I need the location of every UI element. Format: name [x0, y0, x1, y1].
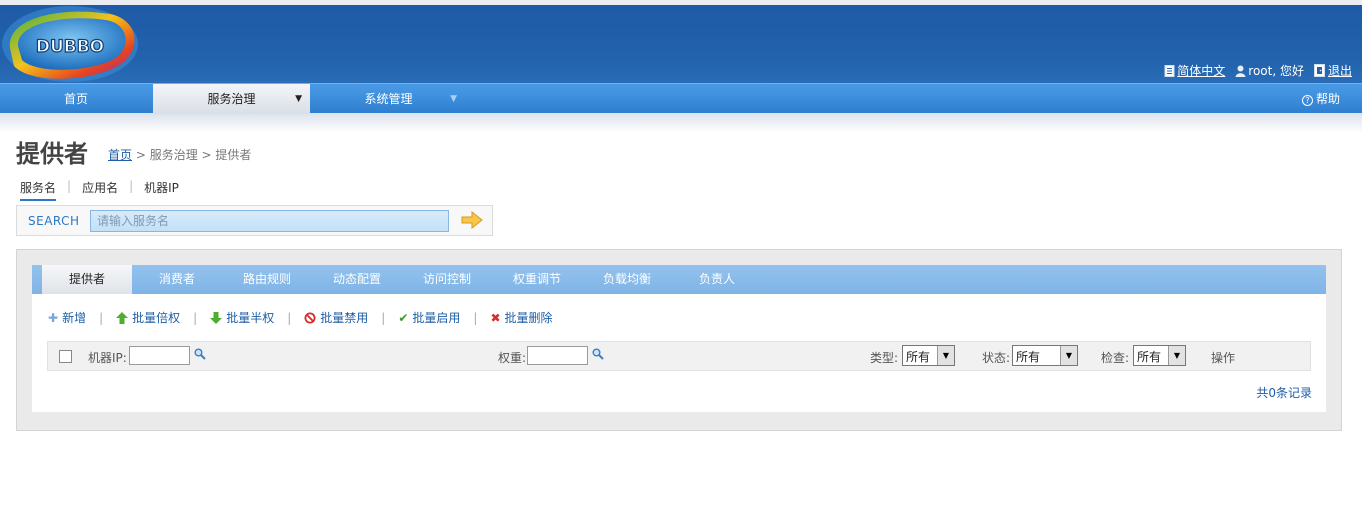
- nav-item-label: 服务治理: [207, 92, 256, 106]
- language-label[interactable]: 简体中文: [1177, 64, 1225, 78]
- arrow-down-icon: [210, 311, 223, 324]
- logout-icon: [1313, 64, 1325, 77]
- select-all-checkbox[interactable]: [59, 350, 72, 363]
- plus-icon: ✚: [48, 310, 59, 325]
- batch-double-button[interactable]: 批量倍权: [116, 309, 180, 326]
- tab-weights[interactable]: 权重调节: [492, 265, 582, 294]
- logout-label[interactable]: 退出: [1328, 64, 1352, 78]
- weight-filter-label: 权重:: [498, 351, 527, 365]
- svg-text:DUBBO: DUBBO: [36, 37, 104, 57]
- main-nav: 首页 服务治理 ▼ 系统管理 ▼ ? 帮助: [0, 83, 1362, 114]
- weight-filter-input[interactable]: [527, 346, 588, 365]
- ip-filter-input[interactable]: [129, 346, 190, 365]
- search-icon[interactable]: [194, 348, 206, 360]
- type-filter-label: 类型:: [870, 351, 899, 365]
- search-tab-service[interactable]: 服务名: [20, 179, 57, 201]
- forbidden-icon: [304, 312, 316, 323]
- toolbar-separator: |: [381, 310, 386, 325]
- toolbar-separator: |: [193, 310, 198, 325]
- check-icon: ✔: [398, 310, 409, 325]
- module-tabbar: 提供者 消费者 路由规则 动态配置 访问控制 权重调节 负载均衡 负责人: [32, 265, 1326, 294]
- status-filter-label: 状态:: [982, 351, 1011, 365]
- breadcrumb: 首页 > 服务治理 > 提供者: [108, 146, 251, 163]
- batch-disable-button[interactable]: 批量禁用: [304, 309, 368, 326]
- batch-enable-button[interactable]: ✔ 批量启用: [398, 309, 460, 326]
- batch-double-label: 批量倍权: [132, 311, 181, 325]
- tab-separator: |: [129, 179, 134, 193]
- delete-icon: ✖: [490, 310, 501, 325]
- content-panel: 提供者 消费者 路由规则 动态配置 访问控制 权重调节 负载均衡 负责人 ✚ 新增…: [16, 249, 1342, 431]
- language-link[interactable]: 简体中文: [1164, 62, 1225, 79]
- batch-half-label: 批量半权: [226, 311, 275, 325]
- batch-delete-label: 批量删除: [504, 311, 553, 325]
- search-tab-ip[interactable]: 机器IP: [144, 179, 179, 201]
- tab-loadbalance[interactable]: 负载均衡: [582, 265, 672, 294]
- chevron-down-icon: ▼: [1168, 346, 1185, 365]
- tab-routes[interactable]: 路由规则: [222, 265, 312, 294]
- chevron-down-icon: ▼: [937, 346, 954, 365]
- tab-consumers[interactable]: 消费者: [132, 265, 222, 294]
- action-toolbar: ✚ 新增 | 批量倍权 | 批量半权 | 批量禁用 | ✔ 批量启用 | ✖ 批量删除: [48, 309, 553, 326]
- tab-providers[interactable]: 提供者: [42, 265, 132, 294]
- type-select-value: 所有: [906, 350, 931, 364]
- user-links: 简体中文 root, 您好 退出: [1164, 62, 1352, 79]
- user-icon: [1235, 65, 1246, 77]
- chevron-down-icon: ▼: [1060, 346, 1077, 365]
- check-select[interactable]: 所有 ▼: [1133, 345, 1186, 366]
- ip-filter-label: 机器IP:: [88, 351, 127, 365]
- tab-owners[interactable]: 负责人: [672, 265, 762, 294]
- batch-half-button[interactable]: 批量半权: [210, 309, 274, 326]
- search-label: SEARCH: [28, 214, 80, 228]
- help-icon: ?: [1301, 95, 1313, 106]
- status-select-value: 所有: [1016, 350, 1041, 364]
- toolbar-separator: |: [287, 310, 292, 325]
- nav-item-service-governance[interactable]: 服务治理 ▼: [153, 84, 310, 114]
- dubbo-logo: DUBBO: [2, 6, 138, 82]
- nav-item-label: 系统管理: [364, 92, 413, 106]
- toolbar-separator: |: [473, 310, 478, 325]
- header-shade: [0, 113, 1362, 133]
- add-label: 新增: [62, 311, 87, 325]
- search-box: SEARCH: [16, 205, 493, 236]
- search-input[interactable]: [90, 210, 449, 232]
- chevron-down-icon: ▼: [450, 94, 457, 104]
- logout-link[interactable]: 退出: [1313, 62, 1352, 79]
- type-select[interactable]: 所有 ▼: [902, 345, 955, 366]
- nav-item-home[interactable]: 首页: [0, 84, 152, 114]
- user-greeting: root, 您好: [1235, 62, 1304, 79]
- check-select-value: 所有: [1137, 350, 1162, 364]
- arrow-up-icon: [116, 311, 129, 324]
- app-header: DUBBO 简体中文 root, 您好 退出: [0, 5, 1362, 83]
- batch-delete-button[interactable]: ✖ 批量删除: [490, 309, 552, 326]
- status-select[interactable]: 所有 ▼: [1012, 345, 1078, 366]
- panel-inner: 提供者 消费者 路由规则 动态配置 访问控制 权重调节 负载均衡 负责人 ✚ 新增…: [32, 265, 1326, 412]
- add-button[interactable]: ✚ 新增: [48, 309, 86, 326]
- help-link[interactable]: ? 帮助: [1301, 84, 1340, 114]
- check-filter-label: 检查:: [1101, 351, 1130, 365]
- nav-item-system-admin[interactable]: 系统管理 ▼: [310, 84, 467, 114]
- search-tab-application[interactable]: 应用名: [82, 179, 118, 201]
- arrow-right-icon[interactable]: [461, 211, 483, 229]
- tab-separator: |: [67, 179, 72, 193]
- tab-access[interactable]: 访问控制: [402, 265, 492, 294]
- breadcrumb-home-link[interactable]: 首页: [108, 148, 132, 162]
- search-icon[interactable]: [592, 348, 604, 360]
- batch-enable-label: 批量启用: [412, 311, 461, 325]
- operations-header: 操作: [1211, 351, 1236, 365]
- chevron-down-icon: ▼: [295, 94, 302, 104]
- document-icon: [1164, 65, 1175, 77]
- toolbar-separator: |: [99, 310, 104, 325]
- help-label[interactable]: 帮助: [1316, 92, 1340, 106]
- page-title: 提供者: [16, 140, 88, 168]
- record-count: 共0条记录: [1256, 386, 1312, 400]
- breadcrumb-rest: > 服务治理 > 提供者: [132, 148, 252, 162]
- filter-header-row: 机器IP: 权重: 类型: 所有 ▼ 状态: 所有 ▼ 检查: 所有 ▼ 操作: [47, 341, 1311, 371]
- greeting-text: root, 您好: [1248, 64, 1304, 78]
- tab-overrides[interactable]: 动态配置: [312, 265, 402, 294]
- batch-disable-label: 批量禁用: [320, 311, 369, 325]
- search-type-tabs: 服务名 | 应用名 | 机器IP: [20, 179, 179, 201]
